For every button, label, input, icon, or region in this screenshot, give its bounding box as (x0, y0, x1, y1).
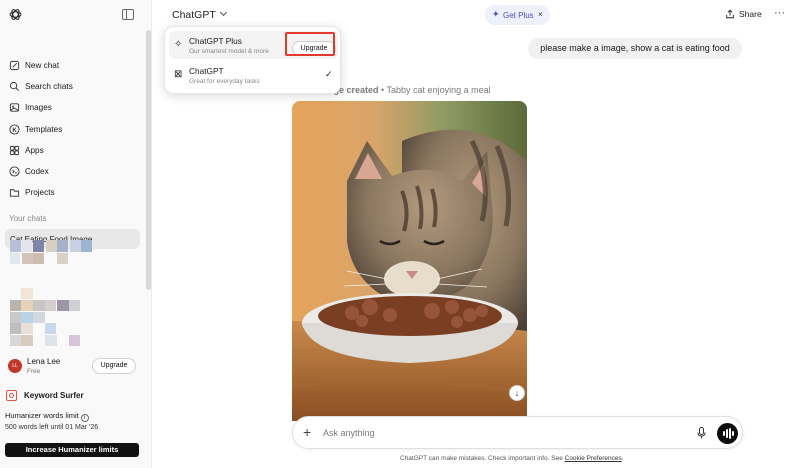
keyword-surfer-label: Keyword Surfer (24, 391, 84, 400)
increase-humanizer-button[interactable]: Increase Humanizer limits (5, 443, 139, 457)
sidebar-nav: New chat Search chats Images K Templates… (5, 55, 143, 203)
option-title: ChatGPT Plus (189, 36, 242, 46)
option-description: Our smartest model & more (189, 48, 269, 55)
model-selector[interactable]: ChatGPT (172, 8, 227, 21)
folder-icon (9, 189, 20, 197)
sidebar-top (0, 0, 152, 30)
scroll-down-icon[interactable]: ↓ (509, 385, 525, 401)
user-message-bubble: please make a image, show a cat is eatin… (528, 38, 742, 59)
microphone-icon[interactable] (697, 427, 706, 439)
keyword-surfer[interactable]: Keyword Surfer (5, 389, 145, 403)
option-description: Great for everyday tasks (189, 78, 260, 85)
openai-logo-icon[interactable] (9, 8, 22, 21)
sidebar-item-templates[interactable]: K Templates (5, 119, 143, 140)
user-plan: Free (27, 368, 41, 375)
message-input[interactable] (323, 426, 683, 440)
codex-icon (9, 166, 20, 177)
voice-mode-button[interactable] (717, 423, 738, 444)
model-option-chatgpt[interactable]: ⊠ ChatGPT Great for everyday tasks ✓ (169, 61, 338, 89)
sidebar-item-projects[interactable]: Projects (5, 182, 143, 203)
chevron-down-icon (219, 8, 227, 17)
get-plus-button[interactable]: ✦ Get Plus × (485, 5, 550, 25)
chatgpt-icon: ⊠ (174, 69, 183, 80)
your-chats-label: Your chats (9, 214, 47, 223)
share-icon (726, 9, 734, 19)
sidebar-item-search-chats[interactable]: Search chats (5, 76, 143, 97)
composer: + (292, 416, 743, 449)
apps-icon (9, 145, 20, 155)
image-created-label: Image created • Tabby cat enjoying a mea… (318, 85, 491, 95)
get-plus-label: Get Plus (503, 11, 534, 20)
sidebar-item-label: Templates (25, 124, 63, 134)
user-profile[interactable]: LL Lena Lee Free Upgrade (5, 352, 145, 380)
sidebar: New chat Search chats Images K Templates… (0, 0, 152, 468)
add-attachment-icon[interactable]: + (303, 424, 311, 440)
checkmark-icon: ✓ (325, 69, 333, 79)
sidebar-toggle-icon[interactable] (122, 9, 134, 20)
avatar: LL (8, 359, 22, 373)
footer-disclaimer: ChatGPT can make mistakes. Check importa… (400, 455, 624, 462)
keyword-surfer-icon (6, 390, 17, 401)
images-icon (9, 103, 20, 113)
sidebar-upgrade-button[interactable]: Upgrade (92, 358, 136, 374)
sidebar-item-new-chat[interactable]: New chat (5, 55, 143, 76)
sparkle-icon: ✦ (492, 9, 500, 19)
option-title: ChatGPT (189, 66, 224, 76)
search-icon (9, 82, 19, 92)
share-button[interactable]: Share (725, 9, 762, 19)
sidebar-item-apps[interactable]: Apps (5, 140, 143, 161)
sidebar-item-label: Projects (25, 188, 55, 198)
upgrade-highlight-box (285, 32, 335, 56)
sparkles-icon: ✧ (174, 39, 183, 50)
sidebar-scrollbar[interactable] (146, 30, 151, 290)
templates-icon: K (9, 124, 20, 135)
humanizer-title: Humanizer words limit i (5, 411, 89, 422)
user-name: Lena Lee (27, 357, 61, 366)
new-chat-icon (9, 61, 20, 71)
sidebar-item-label: Apps (25, 145, 44, 155)
sidebar-item-codex[interactable]: Codex (5, 161, 143, 182)
info-icon[interactable]: i (80, 414, 89, 422)
sidebar-item-images[interactable]: Images (5, 97, 143, 118)
humanizer-subtitle: 500 words left until 01 Mar '26 (5, 424, 99, 431)
sidebar-item-label: Search chats (25, 82, 73, 92)
sidebar-item-label: Codex (25, 167, 49, 177)
svg-text:K: K (12, 127, 17, 133)
sidebar-item-label: Images (25, 103, 52, 113)
cookie-preferences-link[interactable]: Cookie Preferences (565, 455, 622, 462)
more-options-icon[interactable]: ··· (774, 7, 785, 19)
sidebar-item-label: New chat (25, 61, 60, 71)
close-icon[interactable]: × (538, 10, 543, 19)
generated-cat-image[interactable] (292, 101, 527, 421)
cat-eating-illustration (292, 101, 527, 421)
